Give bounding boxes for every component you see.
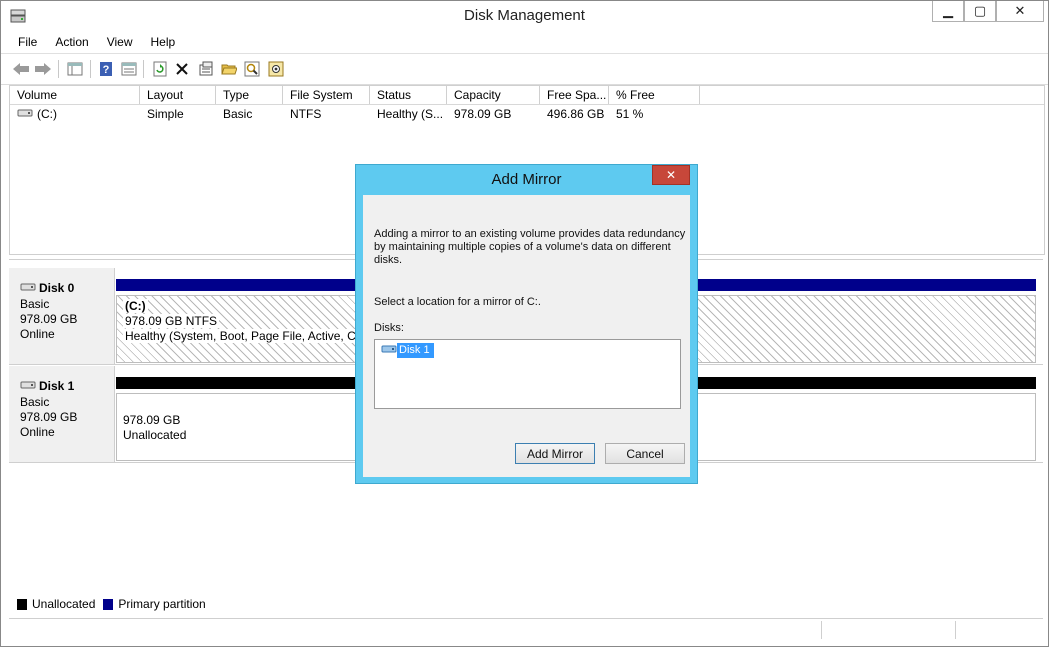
disk-1-info[interactable]: Disk 1 Basic 978.09 GB Online [9,366,115,462]
disk-management-window: Disk Management ▁ ▢ ✕ File Action View H… [0,0,1049,647]
menu-view[interactable]: View [98,31,142,53]
legend-swatch-unallocated [17,598,27,610]
open-icon[interactable] [220,60,238,78]
disk-1-state: Online [20,425,55,439]
add-mirror-dialog: Add Mirror ✕ Adding a mirror to an exist… [355,164,698,484]
legend-swatch-primary [103,598,114,610]
partition-label: (C:) [123,299,148,313]
volume-type: Basic [223,107,253,121]
maximize-button[interactable]: ▢ [964,1,996,22]
column-header-layout[interactable]: Layout [140,86,216,104]
volume-list-header: Volume Layout Type File System Status Ca… [10,86,1044,105]
partition-size-fs: 978.09 GB NTFS [123,314,220,328]
svg-text:?: ? [103,64,110,76]
column-header-percent-free[interactable]: % Free [609,86,700,104]
title-bar[interactable]: Disk Management ▁ ▢ ✕ [1,1,1048,31]
legend-primary-label: Primary partition [118,597,206,611]
disk-option-label: Disk 1 [397,343,434,358]
partition-status: Healthy (System, Boot, Page File, Active… [123,329,369,343]
volume-drive-icon [17,105,33,123]
volume-percent-free: 51 % [616,107,644,121]
minimize-button[interactable]: ▁ [932,1,964,22]
disk-icon [20,379,36,393]
legend-unallocated-label: Unallocated [32,597,96,611]
disk-icon [20,281,36,295]
legend: Unallocated Primary partition [9,595,1043,613]
search-icon[interactable] [243,60,261,78]
volume-status: Healthy (S... [377,107,444,121]
properties-view-icon[interactable] [120,60,138,78]
disk-1-size: 978.09 GB [20,410,78,424]
forward-arrow-icon[interactable] [34,60,52,78]
volume-file-system: NTFS [290,107,322,121]
volume-name: (C:) [37,107,57,121]
delete-icon[interactable] [173,60,191,78]
window-title: Disk Management [464,7,585,24]
column-header-status[interactable]: Status [370,86,447,104]
menu-file[interactable]: File [9,31,46,53]
disks-label: Disks: [374,322,404,334]
disk-icon [381,344,397,357]
unallocated-status: Unallocated [123,428,187,442]
toolbar: ? [1,54,1048,85]
volume-capacity: 978.09 GB [454,107,512,121]
dialog-description-line-1: Adding a mirror to an existing volume pr… [374,228,686,240]
list-item[interactable]: Disk 1 [381,343,434,358]
dialog-prompt: Select a location for a mirror of C:. [374,296,541,308]
disk-0-type: Basic [20,297,50,311]
dialog-description-line-2: by maintaining multiple copies of a volu… [374,241,671,253]
properties-icon[interactable] [197,60,215,78]
disk-0-info[interactable]: Disk 0 Basic 978.09 GB Online [9,268,115,364]
column-header-volume[interactable]: Volume [10,86,140,104]
dialog-close-button[interactable]: ✕ [652,165,690,185]
volume-layout: Simple [147,107,184,121]
console-tree-icon[interactable] [66,60,84,78]
close-window-button[interactable]: ✕ [996,1,1044,22]
status-bar [9,618,1043,641]
column-header-capacity[interactable]: Capacity [447,86,540,104]
dialog-body: Adding a mirror to an existing volume pr… [363,195,690,477]
menu-help[interactable]: Help [142,31,185,53]
add-mirror-button[interactable]: Add Mirror [515,443,595,464]
settings-icon[interactable] [267,60,285,78]
disk-selection-list[interactable]: Disk 1 [374,339,681,409]
column-header-type[interactable]: Type [216,86,283,104]
disk-0-name: Disk 0 [39,281,75,295]
table-row[interactable]: (C:) Simple Basic NTFS Healthy (S... 978… [10,105,1044,123]
unallocated-size: 978.09 GB [123,413,181,427]
cancel-button[interactable]: Cancel [605,443,685,464]
column-header-free-space[interactable]: Free Spa... [540,86,609,104]
refresh-icon[interactable] [151,60,169,78]
disk-0-size: 978.09 GB [20,312,78,326]
help-icon[interactable]: ? [97,60,115,78]
disk-1-type: Basic [20,395,50,409]
dialog-description-line-3: disks. [374,254,403,266]
disk-0-state: Online [20,327,55,341]
disk-1-name: Disk 1 [39,379,75,393]
column-header-file-system[interactable]: File System [283,86,370,104]
back-arrow-icon[interactable] [12,60,30,78]
dialog-title: Add Mirror [491,171,562,188]
menu-bar: File Action View Help [1,31,1048,54]
volume-free-space: 496.86 GB [547,107,605,121]
menu-action[interactable]: Action [46,31,97,53]
